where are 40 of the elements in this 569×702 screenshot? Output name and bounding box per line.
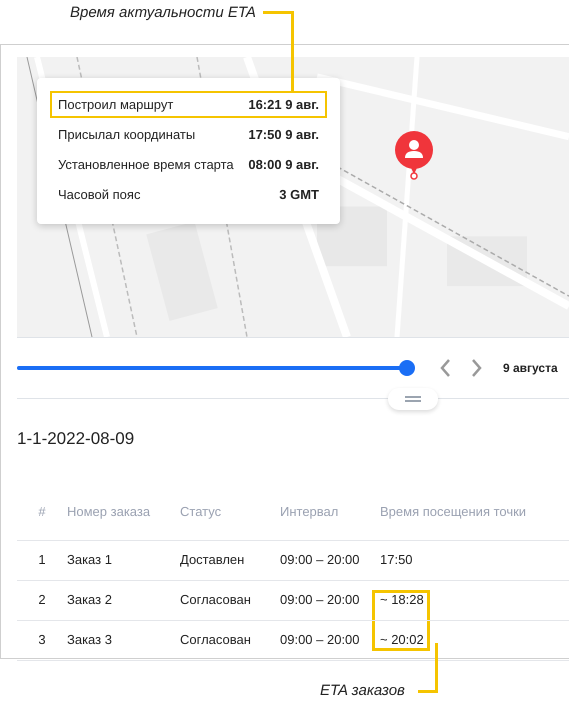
table-cell: 3	[38, 632, 46, 648]
table-cell: Согласован	[180, 592, 251, 608]
timeline-slider[interactable]	[17, 360, 415, 376]
info-value: 08:00 9 авг.	[248, 156, 319, 174]
info-label: Установленное время старта	[58, 156, 234, 174]
drag-icon	[405, 396, 421, 402]
info-label: Часовой пояс	[58, 186, 140, 204]
timeline-date: 9 августа	[503, 360, 558, 377]
table-cell: 17:50	[380, 552, 413, 568]
table-cell: ~ 20:02	[380, 632, 424, 648]
annotation-label: ETA заказов	[320, 681, 405, 701]
table-cell: Заказ 2	[67, 592, 112, 608]
column-header: Статус	[180, 504, 222, 519]
table-cell: Заказ 1	[67, 552, 112, 568]
chevron-right-icon	[472, 359, 482, 377]
table-cell: Доставлен	[180, 552, 244, 568]
column-header: Номер заказа	[67, 504, 150, 519]
route-title: 1-1-2022-08-09	[17, 428, 134, 450]
info-value: 16:21 9 авг.	[248, 96, 319, 114]
table-cell: Заказ 3	[67, 632, 112, 648]
resize-handle[interactable]	[388, 388, 438, 410]
table-cell: 09:00 – 20:00	[280, 632, 360, 648]
table-cell: 09:00 – 20:00	[280, 552, 360, 568]
info-label: Присылал координаты	[58, 126, 196, 144]
location-pin-icon	[394, 130, 434, 180]
table-cell: ~ 18:28	[380, 592, 424, 608]
table-cell: 09:00 – 20:00	[280, 592, 360, 608]
table-cell: 2	[38, 592, 46, 608]
table-cell: 1	[38, 552, 46, 568]
table-cell: Согласован	[180, 632, 251, 648]
chevron-left-icon	[440, 359, 450, 377]
leader-line	[418, 643, 438, 693]
column-header: #	[38, 504, 46, 519]
annotation-label: Время актуальности ETA	[70, 3, 256, 23]
info-value: 17:50 9 авг.	[248, 126, 319, 144]
column-header: Интервал	[280, 504, 338, 519]
info-value: 3 GMT	[279, 186, 319, 204]
slider-thumb[interactable]	[399, 360, 415, 376]
column-header: Время посещения точки	[380, 504, 526, 519]
info-label: Построил маршрут	[58, 96, 174, 114]
